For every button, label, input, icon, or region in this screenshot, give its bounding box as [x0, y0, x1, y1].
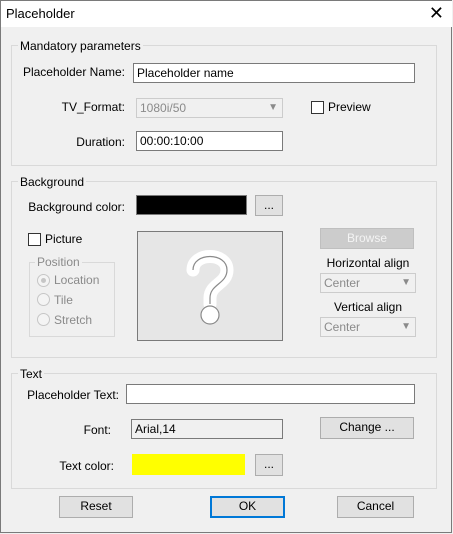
text-color-swatch[interactable]: [132, 454, 245, 475]
text-color-picker-button[interactable]: ...: [255, 454, 283, 476]
position-legend: Position: [35, 255, 82, 269]
title-bar: Placeholder ✕: [1, 1, 452, 27]
browse-button[interactable]: Browse: [320, 228, 414, 249]
font-label: Font:: [83, 423, 111, 437]
position-tile-radio[interactable]: [37, 293, 50, 306]
horizontal-align-label: Horizontal align: [326, 256, 410, 270]
horizontal-align-value: Center: [324, 276, 361, 290]
change-font-button[interactable]: Change ...: [320, 417, 414, 439]
position-stretch-radio[interactable]: [37, 313, 50, 326]
reset-button[interactable]: Reset: [59, 496, 133, 518]
position-tile-label: Tile: [54, 293, 73, 307]
question-mark-icon: [186, 250, 234, 325]
placeholder-text-label: Placeholder Text:: [27, 388, 119, 402]
background-color-swatch[interactable]: [136, 195, 247, 215]
placeholder-text-input[interactable]: [126, 384, 415, 404]
placeholder-name-input[interactable]: Placeholder name: [133, 63, 415, 83]
background-color-picker-button[interactable]: ...: [255, 195, 283, 216]
chevron-down-icon: ▼: [268, 102, 278, 113]
vertical-align-value: Center: [324, 320, 361, 334]
tv-format-value: 1080i/50: [140, 101, 187, 115]
chevron-down-icon: ▼: [401, 321, 411, 332]
preview-checkbox[interactable]: [311, 101, 324, 114]
tv-format-label: TV_Format:: [61, 100, 125, 114]
horizontal-align-select[interactable]: Center ▼: [320, 273, 416, 293]
cancel-button[interactable]: Cancel: [337, 496, 414, 518]
position-stretch-label: Stretch: [54, 313, 93, 327]
background-legend: Background: [18, 175, 87, 189]
close-icon[interactable]: ✕: [429, 2, 444, 24]
dialog-title: Placeholder: [6, 6, 75, 21]
mandatory-parameters-legend: Mandatory parameters: [18, 39, 143, 53]
vertical-align-select[interactable]: Center ▼: [320, 317, 416, 337]
font-display: Arial,14: [131, 419, 283, 439]
vertical-align-label: Vertical align: [333, 300, 403, 314]
preview-label: Preview: [328, 100, 371, 114]
position-location-radio[interactable]: [37, 274, 50, 287]
picture-preview: [137, 231, 283, 341]
duration-label: Duration:: [76, 135, 125, 149]
picture-checkbox[interactable]: [28, 233, 41, 246]
tv-format-select[interactable]: 1080i/50 ▼: [136, 98, 283, 118]
text-legend: Text: [18, 367, 45, 381]
position-location-label: Location: [54, 273, 100, 287]
picture-label: Picture: [45, 232, 83, 246]
chevron-down-icon: ▼: [401, 277, 411, 288]
text-color-label: Text color:: [59, 459, 114, 473]
ok-button[interactable]: OK: [210, 496, 285, 518]
placeholder-name-label: Placeholder Name:: [22, 65, 125, 79]
background-color-label: Background color:: [28, 200, 125, 214]
duration-input[interactable]: 00:00:10:00: [136, 131, 283, 151]
